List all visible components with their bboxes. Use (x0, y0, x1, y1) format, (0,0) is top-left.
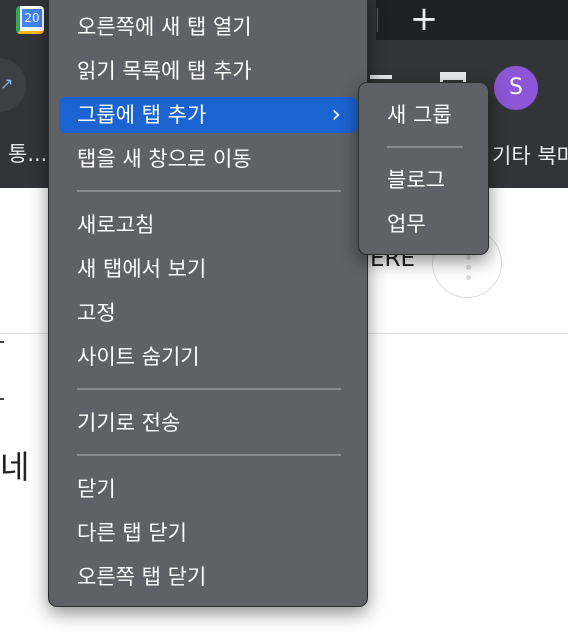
page-mark (0, 398, 4, 400)
menu-item-hide-site[interactable]: 사이트 숨기기 (59, 339, 357, 375)
menu-item-label: 기기로 전송 (77, 411, 181, 435)
reading-list-icon[interactable] (370, 75, 392, 79)
menu-item-label: 오른쪽 탭 닫기 (77, 565, 207, 589)
tab-separator (377, 8, 378, 32)
menu-separator (77, 454, 341, 456)
submenu-item-new-group[interactable]: 새 그룹 (369, 97, 479, 133)
other-bookmarks-label[interactable]: 기타 북마 (492, 140, 568, 170)
bookmark-label[interactable]: 통... (8, 138, 47, 168)
menu-item-reload[interactable]: 새로고침 (59, 207, 357, 243)
menu-item-close-other-tabs[interactable]: 다른 탭 닫기 (59, 515, 357, 551)
menu-item-label: 오른쪽에 새 탭 열기 (77, 15, 252, 39)
vertical-dots-icon (466, 255, 471, 260)
menu-item-label: 닫기 (77, 477, 116, 501)
menu-item-label: 읽기 목록에 탭 추가 (77, 59, 252, 83)
add-to-group-submenu: 새 그룹 블로그 업무 (358, 82, 489, 255)
menu-separator (77, 190, 341, 192)
menu-item-pin[interactable]: 고정 (59, 295, 357, 331)
menu-item-open-tab-right[interactable]: 오른쪽에 새 탭 열기 (59, 9, 357, 45)
submenu-item-label: 블로그 (387, 168, 445, 192)
menu-item-label: 새 탭에서 보기 (77, 257, 207, 281)
page-mark (0, 341, 4, 343)
arrow-icon: ↗ (0, 74, 14, 93)
menu-item-label: 그룹에 탭 추가 (77, 103, 207, 127)
submenu-item-label: 새 그룹 (387, 103, 452, 127)
new-tab-button[interactable]: + (406, 2, 442, 38)
menu-item-close[interactable]: 닫기 (59, 471, 357, 507)
profile-avatar[interactable]: S (494, 66, 538, 110)
menu-item-move-to-new-window[interactable]: 탭을 새 창으로 이동 (59, 141, 357, 177)
chevron-right-icon: › (331, 100, 341, 128)
menu-item-label: 고정 (77, 301, 116, 325)
menu-item-view-in-new-tab[interactable]: 새 탭에서 보기 (59, 251, 357, 287)
menu-item-label: 사이트 숨기기 (77, 345, 200, 369)
submenu-item-blog[interactable]: 블로그 (369, 162, 479, 198)
submenu-item-work[interactable]: 업무 (369, 206, 479, 242)
submenu-separator (387, 146, 463, 148)
plus-icon: + (409, 0, 439, 39)
menu-item-label: 새로고침 (77, 213, 155, 237)
menu-item-label: 탭을 새 창으로 이동 (77, 147, 252, 171)
tab-context-menu: 오른쪽에 새 탭 열기 읽기 목록에 탭 추가 그룹에 탭 추가 › 탭을 새 … (48, 0, 368, 607)
menu-item-add-tab-to-group[interactable]: 그룹에 탭 추가 › (59, 97, 357, 133)
menu-separator (77, 388, 341, 390)
menu-item-label: 다른 탭 닫기 (77, 521, 187, 545)
submenu-item-label: 업무 (387, 212, 426, 236)
menu-item-close-tabs-right[interactable]: 오른쪽 탭 닫기 (59, 559, 357, 595)
page-partial-glyph: 네 (0, 448, 30, 486)
calendar-favicon-icon: 20 (16, 6, 44, 34)
calendar-favicon-date: 20 (22, 9, 42, 27)
menu-item-add-to-reading-list[interactable]: 읽기 목록에 탭 추가 (59, 53, 357, 89)
menu-item-send-to-device[interactable]: 기기로 전송 (59, 405, 357, 441)
